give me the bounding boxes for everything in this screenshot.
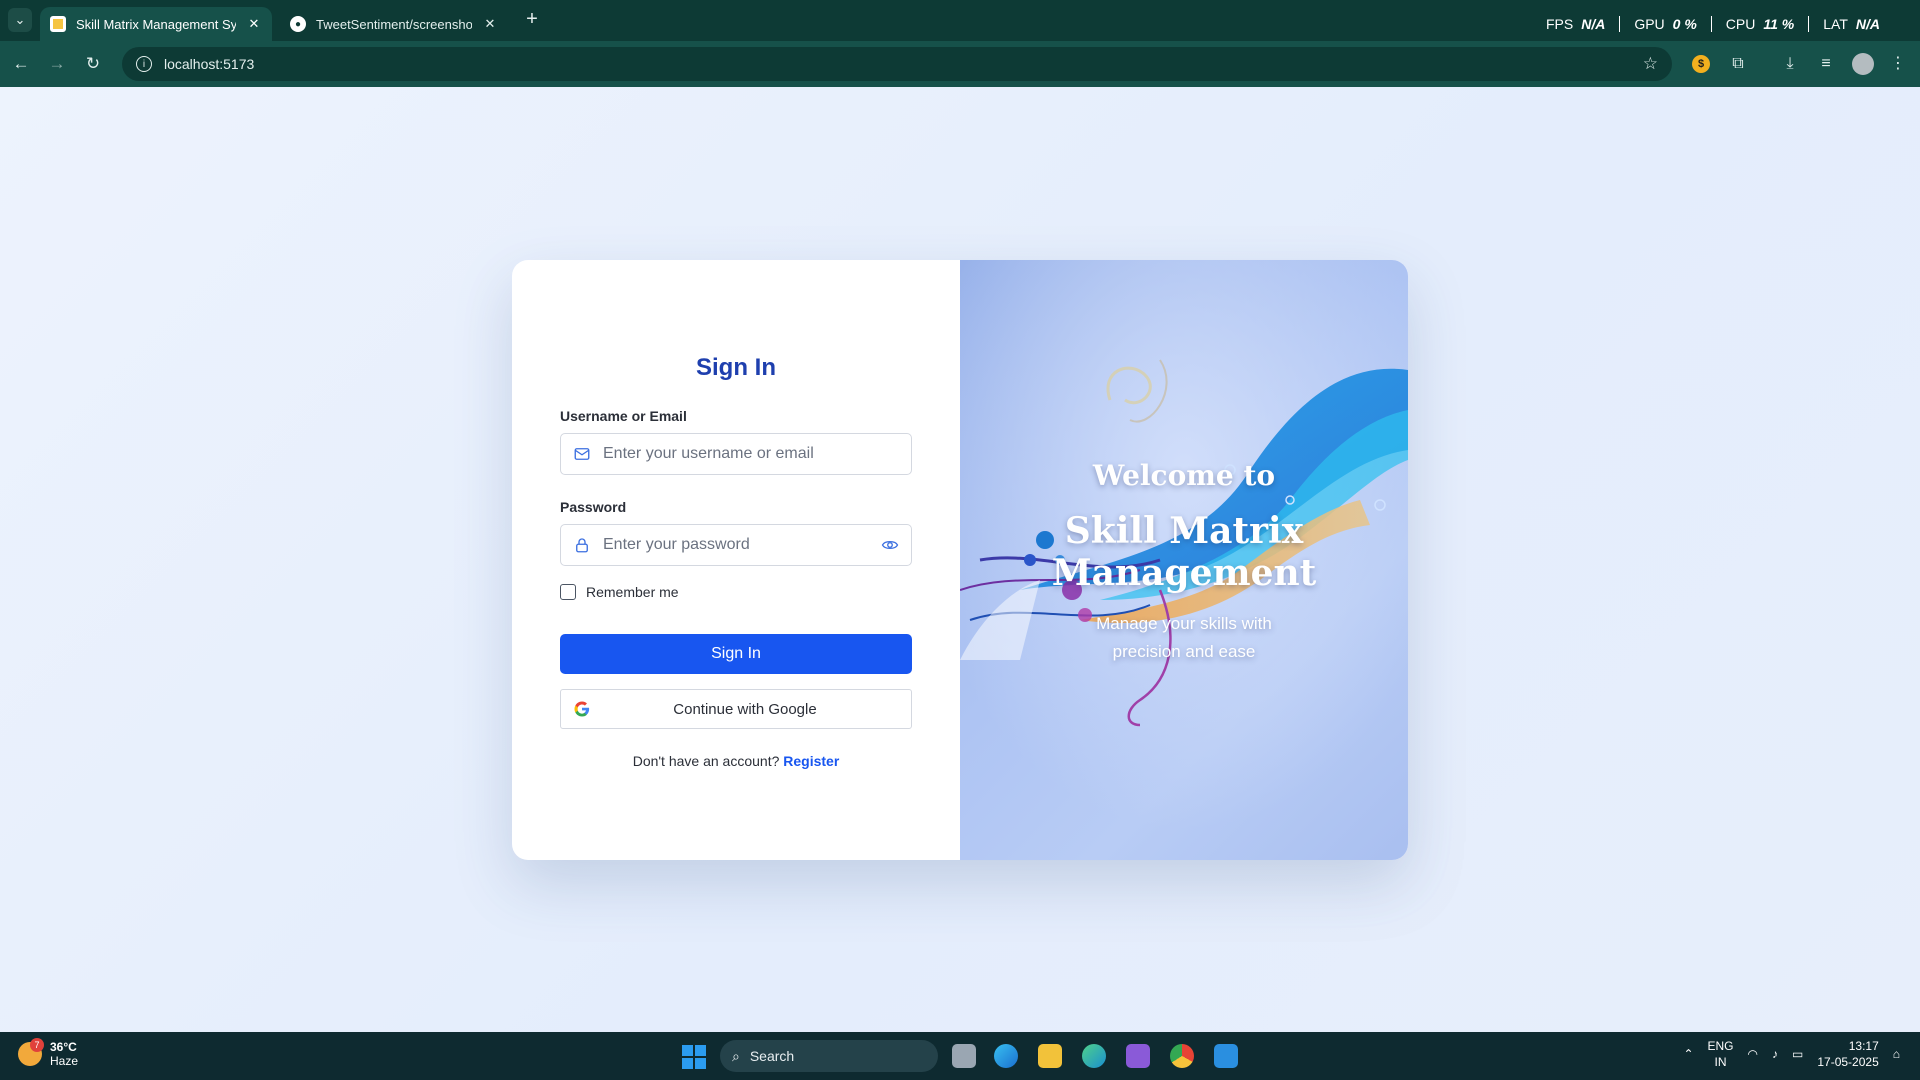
perf-value: N/A	[1855, 16, 1880, 32]
language-code: ENG	[1707, 1039, 1734, 1053]
page-background: Sign In Username or Email Password	[0, 87, 1920, 1032]
app-name-line-2: Management	[1051, 552, 1317, 594]
new-tab-plus-icon[interactable]: +	[520, 8, 544, 32]
menu-kebab-icon[interactable]: ⋮	[1886, 52, 1910, 76]
weather-sun-icon: 7	[18, 1038, 44, 1066]
remember-me-checkbox[interactable]	[560, 584, 576, 600]
page-title: Sign In	[696, 354, 776, 381]
no-account-text: Don't have an account?	[632, 753, 780, 769]
tab-github-tweetsentiment[interactable]: ● TweetSentiment/screenshots/Sc ✕	[280, 7, 508, 41]
perf-value: N/A	[1581, 16, 1606, 32]
sign-in-button[interactable]: Sign In	[560, 634, 912, 674]
edge-browser-icon[interactable]	[994, 1044, 1018, 1068]
battery-icon[interactable]: ▭	[1792, 1047, 1803, 1061]
task-view-icon[interactable]	[952, 1044, 976, 1068]
forward-arrow-icon[interactable]: →	[46, 53, 68, 75]
chrome-icon[interactable]	[1170, 1044, 1194, 1068]
perf-cpu: CPU 11 %	[1712, 16, 1810, 32]
lock-icon	[576, 538, 588, 553]
search-icon: ⌕	[732, 1047, 740, 1064]
password-input[interactable]	[603, 536, 869, 554]
system-tray: ⌃ ENG IN ◠ ♪ ▭ 13:17 17-05-2025 ⌂	[1683, 1038, 1900, 1070]
skill-matrix-favicon-icon	[50, 16, 66, 32]
perf-value: 11 %	[1763, 16, 1795, 32]
language-indicator[interactable]: ENG IN	[1708, 1038, 1734, 1070]
password-field-wrapper[interactable]	[560, 524, 912, 566]
perf-gpu: GPU 0 %	[1620, 16, 1712, 32]
close-tab-icon[interactable]: ✕	[482, 16, 498, 32]
perf-value: 0 %	[1672, 16, 1697, 32]
back-arrow-icon[interactable]: ←	[10, 53, 32, 75]
profile-avatar[interactable]	[1852, 53, 1874, 75]
weather-temperature: 36°C	[50, 1040, 77, 1054]
windows-taskbar: 7 36°C Haze ⌕ Search ⌃ ENG IN ◠ ♪ ▭ 13:1…	[0, 1032, 1920, 1080]
app-name-line-1: Skill Matrix	[1064, 510, 1304, 552]
app-name-heading: Skill Matrix Management	[960, 510, 1408, 594]
language-region: IN	[1714, 1055, 1727, 1069]
register-prompt: Don't have an account? Register	[560, 753, 912, 769]
tab-skill-matrix[interactable]: Skill Matrix Management Syster ✕	[40, 7, 272, 41]
register-link[interactable]: Register	[783, 753, 839, 769]
hero-panel: Welcome to Skill Matrix Management Manag…	[960, 260, 1408, 860]
browser-toolbar: ← → ↻ i localhost:5173 ☆ $ ⧉ ⤓ ≡ ⋮	[0, 41, 1920, 87]
perf-label: CPU	[1725, 16, 1756, 32]
windows-start-icon[interactable]	[682, 1045, 706, 1069]
google-sign-in-button[interactable]: Continue with Google	[560, 689, 912, 729]
github-favicon-icon: ●	[290, 16, 306, 32]
weather-description: Haze	[50, 1054, 79, 1068]
clock[interactable]: 13:17 17-05-2025	[1817, 1038, 1878, 1070]
weather-text: 36°C Haze	[50, 1040, 78, 1068]
reload-icon[interactable]: ↻	[82, 53, 104, 75]
perf-label: GPU	[1634, 16, 1665, 32]
volume-icon[interactable]: ♪	[1772, 1047, 1778, 1061]
edge-beta-icon[interactable]	[1082, 1044, 1106, 1068]
performance-overlay: FPS N/A GPU 0 % CPU 11 % LAT N/A	[1532, 16, 1894, 32]
bookmark-star-icon[interactable]: ☆	[1643, 54, 1658, 74]
file-explorer-icon[interactable]	[1038, 1044, 1062, 1068]
tab-search-chevron-icon[interactable]: ⌄	[8, 8, 32, 32]
clock-date: 17-05-2025	[1817, 1055, 1879, 1069]
address-bar[interactable]: i localhost:5173 ☆	[122, 47, 1672, 81]
perf-label: LAT	[1823, 16, 1848, 32]
media-queue-icon[interactable]: ≡	[1814, 52, 1838, 76]
google-button-label: Continue with Google	[673, 700, 817, 718]
browser-tab-strip: ⌄ Skill Matrix Management Syster ✕ ● Twe…	[0, 0, 1920, 41]
password-label: Password	[560, 499, 627, 515]
extensions-puzzle-icon[interactable]: ⧉	[1726, 52, 1750, 76]
username-field-wrapper[interactable]	[560, 433, 912, 475]
clock-time: 13:17	[1848, 1039, 1879, 1053]
tab-title: TweetSentiment/screenshots/Sc	[316, 16, 472, 32]
remember-me-label[interactable]: Remember me	[586, 584, 679, 600]
tab-title: Skill Matrix Management Syster	[76, 16, 236, 32]
visual-studio-icon[interactable]	[1126, 1044, 1150, 1068]
url-text[interactable]: localhost:5173	[164, 56, 254, 72]
search-label: Search	[749, 1048, 795, 1064]
close-tab-icon[interactable]: ✕	[246, 16, 262, 32]
username-input[interactable]	[603, 445, 899, 463]
remember-me-row: Remember me	[560, 584, 912, 600]
taskbar-search[interactable]: ⌕ Search	[720, 1040, 938, 1072]
welcome-heading: Welcome to	[1092, 459, 1276, 492]
download-icon[interactable]: ⤓	[1778, 52, 1802, 76]
login-card: Sign In Username or Email Password	[512, 260, 1408, 860]
hero-tagline: Manage your skills with precision and ea…	[1096, 614, 1272, 661]
tray-overflow-chevron-icon[interactable]: ⌃	[1683, 1047, 1693, 1061]
perf-fps: FPS N/A	[1532, 16, 1621, 32]
vscode-icon[interactable]	[1214, 1044, 1238, 1068]
google-g-icon	[574, 701, 590, 717]
mail-icon	[574, 448, 590, 460]
wifi-icon[interactable]: ◠	[1748, 1047, 1758, 1061]
site-info-icon[interactable]: i	[136, 56, 152, 72]
notification-bell-icon[interactable]: ⌂	[1893, 1047, 1900, 1061]
weather-alert-badge: 7	[30, 1038, 44, 1052]
login-form: Sign In Username or Email Password	[512, 260, 960, 860]
perf-lat: LAT N/A	[1809, 16, 1894, 32]
username-label: Username or Email	[560, 408, 687, 424]
extension-gold-icon[interactable]: $	[1692, 55, 1710, 73]
perf-label: FPS	[1545, 16, 1574, 32]
show-password-eye-icon[interactable]	[881, 536, 899, 554]
weather-widget[interactable]: 7 36°C Haze	[18, 1038, 78, 1068]
